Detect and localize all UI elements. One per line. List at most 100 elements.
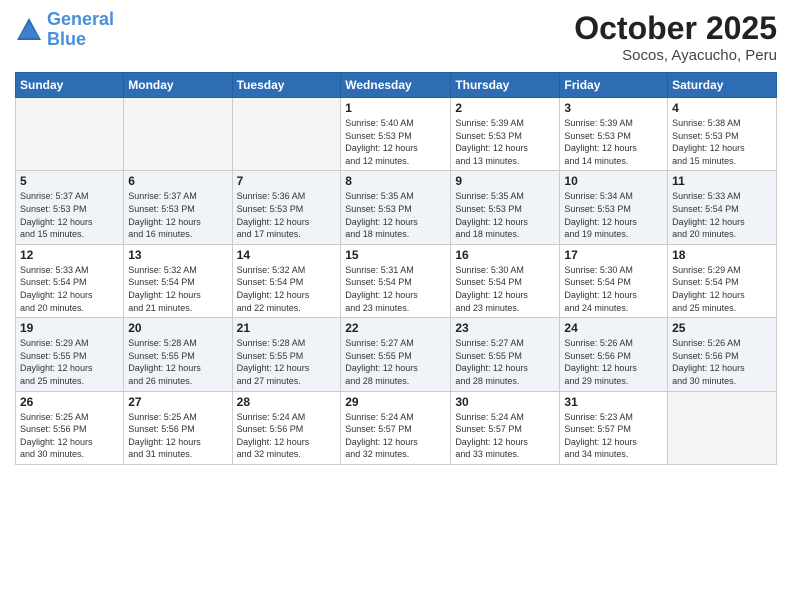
day-number: 10: [564, 174, 663, 188]
day-info: Sunrise: 5:23 AM Sunset: 5:57 PM Dayligh…: [564, 411, 663, 461]
day-info: Sunrise: 5:26 AM Sunset: 5:56 PM Dayligh…: [564, 337, 663, 387]
day-number: 23: [455, 321, 555, 335]
calendar-week-row: 1 Sunrise: 5:40 AM Sunset: 5:53 PM Daylig…: [16, 98, 777, 171]
calendar-day-cell: 11Sunrise: 5:33 AM Sunset: 5:54 PM Dayli…: [668, 171, 777, 244]
calendar-day-cell: 10Sunrise: 5:34 AM Sunset: 5:53 PM Dayli…: [560, 171, 668, 244]
calendar-day-cell: 23 Sunrise: 5:27 AM Sunset: 5:55 PM Dayli…: [451, 318, 560, 391]
calendar-day-cell: 30 Sunrise: 5:24 AM Sunset: 5:57 PM Dayli…: [451, 391, 560, 464]
calendar-day-cell: 27 Sunrise: 5:25 AM Sunset: 5:56 PM Dayli…: [124, 391, 232, 464]
main-title: October 2025: [574, 10, 777, 47]
day-info: Sunrise: 5:27 AM Sunset: 5:55 PM Dayligh…: [455, 337, 555, 387]
day-number: 16: [455, 248, 555, 262]
day-info: Sunrise: 5:35 AM Sunset: 5:53 PM Dayligh…: [345, 190, 446, 240]
title-block: October 2025 Socos, Ayacucho, Peru: [574, 10, 777, 64]
day-info: Sunrise: 5:24 AM Sunset: 5:57 PM Dayligh…: [345, 411, 446, 461]
day-number: 17: [564, 248, 663, 262]
day-number: 9: [455, 174, 555, 188]
calendar-day-cell: 4 Sunrise: 5:38 AM Sunset: 5:53 PM Daylig…: [668, 98, 777, 171]
day-number: 4: [672, 101, 772, 115]
day-number: 18: [672, 248, 772, 262]
calendar-day-cell: 24 Sunrise: 5:26 AM Sunset: 5:56 PM Dayli…: [560, 318, 668, 391]
calendar-day-cell: 15 Sunrise: 5:31 AM Sunset: 5:54 PM Dayli…: [341, 244, 451, 317]
calendar-day-cell: 13 Sunrise: 5:32 AM Sunset: 5:54 PM Dayli…: [124, 244, 232, 317]
day-number: 13: [128, 248, 227, 262]
calendar-day-cell: 12Sunrise: 5:33 AM Sunset: 5:54 PM Dayli…: [16, 244, 124, 317]
header-friday: Friday: [560, 73, 668, 98]
day-info: Sunrise: 5:27 AM Sunset: 5:55 PM Dayligh…: [345, 337, 446, 387]
calendar-day-cell: [232, 98, 341, 171]
calendar-week-row: 12Sunrise: 5:33 AM Sunset: 5:54 PM Dayli…: [16, 244, 777, 317]
logo-text: General Blue: [47, 10, 114, 50]
page: General Blue October 2025 Socos, Ayacuch…: [0, 0, 792, 612]
calendar-day-cell: 31Sunrise: 5:23 AM Sunset: 5:57 PM Dayli…: [560, 391, 668, 464]
calendar-week-row: 19 Sunrise: 5:29 AM Sunset: 5:55 PM Dayli…: [16, 318, 777, 391]
day-info: Sunrise: 5:33 AM Sunset: 5:54 PM Dayligh…: [20, 264, 119, 314]
calendar-day-cell: 3Sunrise: 5:39 AM Sunset: 5:53 PM Daylig…: [560, 98, 668, 171]
logo: General Blue: [15, 10, 114, 50]
calendar-day-cell: 14 Sunrise: 5:32 AM Sunset: 5:54 PM Dayli…: [232, 244, 341, 317]
header-wednesday: Wednesday: [341, 73, 451, 98]
day-info: Sunrise: 5:28 AM Sunset: 5:55 PM Dayligh…: [128, 337, 227, 387]
calendar-day-cell: 6 Sunrise: 5:37 AM Sunset: 5:53 PM Daylig…: [124, 171, 232, 244]
calendar-day-cell: [16, 98, 124, 171]
header-saturday: Saturday: [668, 73, 777, 98]
day-info: Sunrise: 5:29 AM Sunset: 5:55 PM Dayligh…: [20, 337, 119, 387]
calendar-day-cell: [668, 391, 777, 464]
day-info: Sunrise: 5:25 AM Sunset: 5:56 PM Dayligh…: [20, 411, 119, 461]
day-info: Sunrise: 5:28 AM Sunset: 5:55 PM Dayligh…: [237, 337, 337, 387]
day-info: Sunrise: 5:32 AM Sunset: 5:54 PM Dayligh…: [237, 264, 337, 314]
calendar-week-row: 26 Sunrise: 5:25 AM Sunset: 5:56 PM Dayli…: [16, 391, 777, 464]
calendar-day-cell: 17 Sunrise: 5:30 AM Sunset: 5:54 PM Dayli…: [560, 244, 668, 317]
calendar-day-cell: 2Sunrise: 5:39 AM Sunset: 5:53 PM Daylig…: [451, 98, 560, 171]
day-info: Sunrise: 5:32 AM Sunset: 5:54 PM Dayligh…: [128, 264, 227, 314]
day-info: Sunrise: 5:29 AM Sunset: 5:54 PM Dayligh…: [672, 264, 772, 314]
day-number: 19: [20, 321, 119, 335]
day-info: Sunrise: 5:38 AM Sunset: 5:53 PM Dayligh…: [672, 117, 772, 167]
day-number: 22: [345, 321, 446, 335]
day-number: 27: [128, 395, 227, 409]
day-number: 3: [564, 101, 663, 115]
calendar-day-cell: 29 Sunrise: 5:24 AM Sunset: 5:57 PM Dayli…: [341, 391, 451, 464]
day-number: 28: [237, 395, 337, 409]
calendar-day-cell: 16 Sunrise: 5:30 AM Sunset: 5:54 PM Dayli…: [451, 244, 560, 317]
day-number: 26: [20, 395, 119, 409]
day-number: 21: [237, 321, 337, 335]
logo-line2: Blue: [47, 29, 86, 49]
day-info: Sunrise: 5:30 AM Sunset: 5:54 PM Dayligh…: [564, 264, 663, 314]
day-info: Sunrise: 5:30 AM Sunset: 5:54 PM Dayligh…: [455, 264, 555, 314]
header: General Blue October 2025 Socos, Ayacuch…: [15, 10, 777, 64]
calendar-day-cell: 8Sunrise: 5:35 AM Sunset: 5:53 PM Daylig…: [341, 171, 451, 244]
day-number: 14: [237, 248, 337, 262]
calendar-day-cell: [124, 98, 232, 171]
calendar-day-cell: 18 Sunrise: 5:29 AM Sunset: 5:54 PM Dayli…: [668, 244, 777, 317]
day-info: Sunrise: 5:37 AM Sunset: 5:53 PM Dayligh…: [128, 190, 227, 240]
day-number: 30: [455, 395, 555, 409]
day-info: Sunrise: 5:24 AM Sunset: 5:57 PM Dayligh…: [455, 411, 555, 461]
calendar-day-cell: 25Sunrise: 5:26 AM Sunset: 5:56 PM Dayli…: [668, 318, 777, 391]
day-info: Sunrise: 5:31 AM Sunset: 5:54 PM Dayligh…: [345, 264, 446, 314]
day-info: Sunrise: 5:36 AM Sunset: 5:53 PM Dayligh…: [237, 190, 337, 240]
day-info: Sunrise: 5:39 AM Sunset: 5:53 PM Dayligh…: [455, 117, 555, 167]
calendar-day-cell: 7Sunrise: 5:36 AM Sunset: 5:53 PM Daylig…: [232, 171, 341, 244]
day-number: 25: [672, 321, 772, 335]
calendar-day-cell: 26 Sunrise: 5:25 AM Sunset: 5:56 PM Dayli…: [16, 391, 124, 464]
calendar-day-cell: 9Sunrise: 5:35 AM Sunset: 5:53 PM Daylig…: [451, 171, 560, 244]
header-tuesday: Tuesday: [232, 73, 341, 98]
header-monday: Monday: [124, 73, 232, 98]
day-number: 5: [20, 174, 119, 188]
day-number: 6: [128, 174, 227, 188]
day-number: 29: [345, 395, 446, 409]
day-info: Sunrise: 5:25 AM Sunset: 5:56 PM Dayligh…: [128, 411, 227, 461]
header-thursday: Thursday: [451, 73, 560, 98]
calendar-week-row: 5 Sunrise: 5:37 AM Sunset: 5:53 PM Daylig…: [16, 171, 777, 244]
calendar-day-cell: 28Sunrise: 5:24 AM Sunset: 5:56 PM Dayli…: [232, 391, 341, 464]
day-info: Sunrise: 5:40 AM Sunset: 5:53 PM Dayligh…: [345, 117, 446, 167]
day-number: 11: [672, 174, 772, 188]
day-number: 15: [345, 248, 446, 262]
day-number: 1: [345, 101, 446, 115]
day-number: 24: [564, 321, 663, 335]
logo-line1: General: [47, 9, 114, 29]
logo-icon: [15, 16, 43, 44]
day-number: 20: [128, 321, 227, 335]
calendar-day-cell: 21 Sunrise: 5:28 AM Sunset: 5:55 PM Dayli…: [232, 318, 341, 391]
